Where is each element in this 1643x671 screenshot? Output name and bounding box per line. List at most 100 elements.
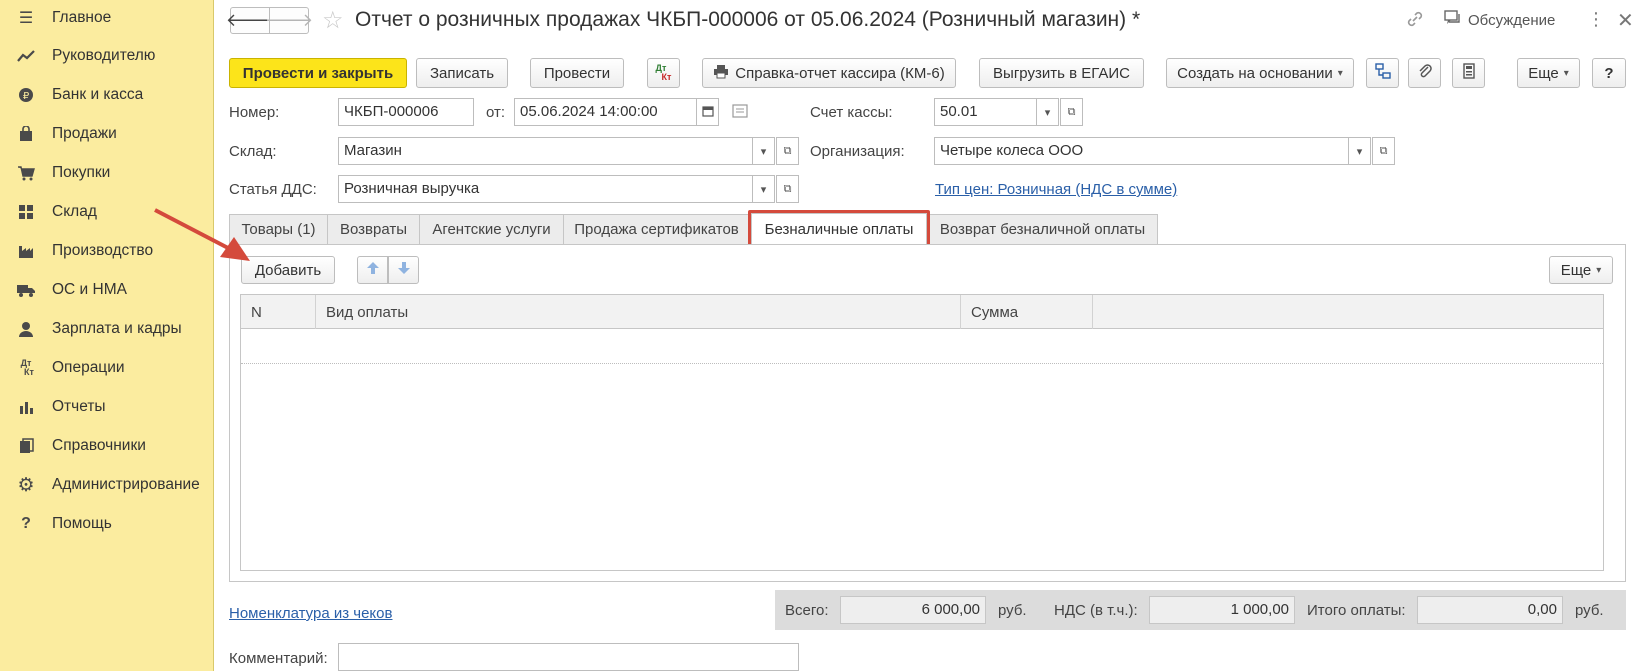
help-button[interactable]: ?	[1592, 58, 1626, 88]
sidebar-item-label: Справочники	[52, 437, 146, 454]
history-list-icon[interactable]	[732, 104, 748, 122]
table-row[interactable]	[241, 330, 1603, 364]
cashier-report-button[interactable]: Справка-отчет кассира (КМ-6)	[702, 58, 956, 88]
cash-account-dropdown[interactable]: ▾	[1036, 98, 1059, 126]
panel-more-button[interactable]: Еще ▾	[1549, 256, 1613, 284]
arrow-down-icon	[397, 261, 411, 279]
create-based-on-button[interactable]: Создать на основании ▾	[1166, 58, 1354, 88]
post-and-close-button[interactable]: Провести и закрыть	[229, 58, 407, 88]
sidebar-item-references[interactable]: Справочники	[0, 428, 214, 464]
move-down-button[interactable]	[388, 256, 419, 284]
cash-account-field[interactable]: 50.01	[934, 98, 1038, 126]
cart-icon	[14, 163, 38, 183]
payment-total-field: 0,00	[1417, 596, 1563, 624]
more-button[interactable]: Еще ▾	[1517, 58, 1580, 88]
save-button[interactable]: Записать	[416, 58, 508, 88]
sidebar-item-sales[interactable]: Продажи	[0, 116, 214, 152]
sidebar-item-operations[interactable]: Дт Кт Операции	[0, 350, 214, 386]
dds-field[interactable]: Розничная выручка	[338, 175, 754, 203]
total-field: 6 000,00	[840, 596, 986, 624]
sidebar-item-admin[interactable]: ⚙ Администрирование	[0, 467, 214, 503]
dt-kt-icon: Дт Кт	[20, 358, 34, 377]
sidebar-item-bank[interactable]: ₽ Банк и касса	[0, 77, 214, 113]
question-icon: ?	[21, 515, 31, 532]
person-icon	[14, 319, 38, 339]
column-payment-type[interactable]: Вид оплаты	[316, 295, 961, 329]
favorite-star-icon[interactable]: ☆	[322, 6, 344, 35]
organization-label: Организация:	[810, 143, 905, 160]
sidebar-item-label: Операции	[52, 359, 125, 376]
column-amount[interactable]: Сумма	[961, 295, 1093, 329]
tab-certificates[interactable]: Продажа сертификатов	[563, 214, 750, 244]
payments-table: N Вид оплаты Сумма	[240, 294, 1604, 571]
open-icon: ⧉	[783, 144, 792, 157]
warehouse-field[interactable]: Магазин	[338, 137, 754, 165]
tab-agent-services[interactable]: Агентские услуги	[419, 214, 564, 244]
post-button[interactable]: Провести	[530, 58, 624, 88]
dropdown-arrow-icon: ▾	[1356, 145, 1363, 158]
dds-label: Статья ДДС:	[229, 181, 317, 198]
sidebar-item-salary[interactable]: Зарплата и кадры	[0, 311, 214, 347]
menu-icon: ☰	[18, 10, 34, 27]
move-up-button[interactable]	[357, 256, 388, 284]
sidebar-item-manager[interactable]: Руководителю	[0, 38, 214, 74]
panel-more-label: Еще	[1560, 261, 1592, 279]
number-field[interactable]: ЧКБП-000006	[338, 98, 474, 126]
dropdown-arrow-icon: ▾	[1337, 67, 1343, 79]
open-icon: ⧉	[1067, 105, 1076, 118]
payment-total-label: Итого оплаты:	[1307, 602, 1406, 619]
dropdown-arrow-icon: ▾	[1563, 67, 1569, 79]
sidebar-item-reports[interactable]: Отчеты	[0, 389, 214, 425]
discussion-label: Обсуждение	[1468, 11, 1556, 29]
calendar-icon	[701, 105, 714, 120]
dt-kt-button[interactable]: Дт Кт	[647, 58, 680, 88]
discussion-button[interactable]: Обсуждение	[1444, 10, 1555, 30]
factory-icon	[14, 241, 38, 261]
comment-label: Комментарий:	[229, 650, 328, 667]
currency-label: руб.	[1575, 602, 1604, 619]
calendar-button[interactable]	[696, 98, 719, 126]
cash-account-open-button[interactable]: ⧉	[1060, 98, 1083, 126]
organization-open-button[interactable]: ⧉	[1372, 137, 1395, 165]
dds-dropdown[interactable]: ▾	[752, 175, 775, 203]
sidebar-item-label: Помощь	[52, 515, 112, 532]
organization-field[interactable]: Четыре колеса ООО	[934, 137, 1350, 165]
sidebar-item-help[interactable]: ? Помощь	[0, 506, 214, 542]
link-icon[interactable]	[1406, 10, 1424, 33]
coin-icon: ₽	[14, 85, 38, 105]
column-n[interactable]: N	[241, 295, 316, 329]
sidebar-item-purchases[interactable]: Покупки	[0, 155, 214, 191]
comment-field[interactable]	[338, 643, 799, 671]
warehouse-open-button[interactable]: ⧉	[776, 137, 799, 165]
sidebar-item-assets[interactable]: ОС и НМА	[0, 272, 214, 308]
date-field[interactable]: 05.06.2024 14:00:00	[514, 98, 698, 126]
close-icon[interactable]: ✕	[1617, 8, 1634, 33]
sidebar-item-label: Банк и касса	[52, 86, 144, 103]
sidebar-item-main[interactable]: ☰ Главное	[0, 0, 214, 36]
arrow-right-icon: 🡒	[264, 10, 314, 30]
tab-cashless-returns[interactable]: Возврат безналичной оплаты	[927, 214, 1158, 244]
number-label: Номер:	[229, 104, 280, 121]
tab-cashless-payments[interactable]: Безналичные оплаты	[751, 213, 927, 245]
attach-button[interactable]	[1408, 58, 1441, 88]
dropdown-arrow-icon: ▾	[1044, 106, 1051, 119]
grid-icon	[14, 202, 38, 222]
svg-text:₽: ₽	[23, 91, 30, 102]
structure-icon	[1374, 63, 1391, 83]
nomenclature-from-receipts-link[interactable]: Номенклатура из чеков	[229, 605, 392, 622]
organization-dropdown[interactable]: ▾	[1348, 137, 1371, 165]
bag-icon	[14, 124, 38, 144]
sidebar-item-label: Склад	[52, 203, 97, 220]
tab-returns[interactable]: Возвраты	[327, 214, 420, 244]
more-vertical-icon[interactable]: ⋮	[1587, 9, 1605, 30]
forward-button[interactable]: 🡒	[265, 7, 313, 34]
structure-button[interactable]	[1366, 58, 1399, 88]
sidebar-item-label: ОС и НМА	[52, 281, 127, 298]
calculator-button[interactable]	[1452, 58, 1485, 88]
kt-label: Кт	[661, 72, 672, 82]
warehouse-dropdown[interactable]: ▾	[752, 137, 775, 165]
dds-open-button[interactable]: ⧉	[776, 175, 799, 203]
egais-upload-button[interactable]: Выгрузить в ЕГАИС	[979, 58, 1144, 88]
cash-account-label: Счет кассы:	[810, 104, 893, 121]
price-type-link[interactable]: Тип цен: Розничная (НДС в сумме)	[935, 181, 1177, 198]
